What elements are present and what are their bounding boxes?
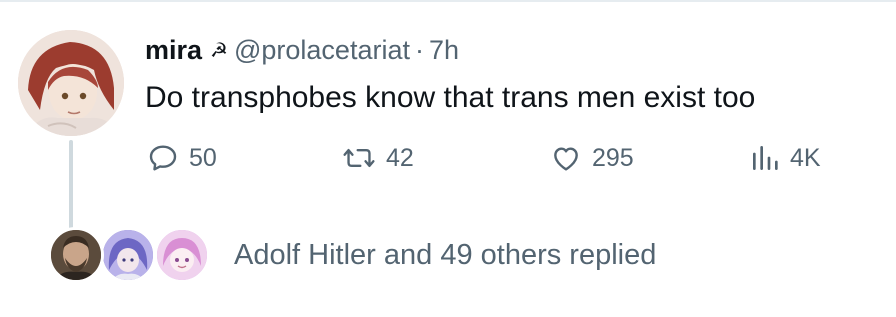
action-bar: 50 42 295 4K — [145, 140, 845, 176]
like-count: 295 — [592, 143, 634, 172]
replied-summary[interactable]: Adolf Hitler and 49 others replied — [48, 226, 656, 284]
thread-line — [69, 140, 73, 232]
dot-separator: · — [414, 34, 424, 65]
repost-count: 42 — [386, 143, 414, 172]
reply-icon — [149, 145, 177, 171]
divider — [0, 0, 896, 2]
reply-button[interactable]: 50 — [147, 140, 217, 176]
author-display-name[interactable]: mira — [145, 35, 202, 66]
like-button[interactable]: 295 — [550, 140, 634, 176]
replier-avatar[interactable] — [100, 227, 156, 283]
replier-avatars — [48, 226, 216, 284]
views-button[interactable]: 4K — [750, 140, 821, 176]
like-icon — [554, 147, 578, 171]
views-count: 4K — [790, 143, 821, 172]
tweet[interactable]: mira ☭ @prolacetariat · 7h Do transphobe… — [0, 0, 896, 317]
replier-avatar[interactable] — [48, 227, 104, 283]
author-avatar[interactable] — [18, 30, 124, 136]
repost-button[interactable]: 42 — [342, 140, 414, 176]
tweet-timestamp[interactable]: 7h — [429, 35, 459, 66]
replier-avatar-image — [157, 230, 207, 280]
author-handle[interactable]: @prolacetariat — [234, 35, 410, 66]
reply-count: 50 — [189, 143, 217, 172]
replier-avatar-image — [51, 230, 101, 280]
tweet-text: Do transphobes know that trans men exist… — [145, 81, 756, 114]
replier-avatar[interactable] — [154, 227, 210, 283]
replier-avatar-image — [103, 230, 153, 280]
tweet-header: mira ☭ @prolacetariat · 7h — [145, 32, 459, 68]
repost-icon — [343, 148, 375, 168]
avatar-illustration — [18, 30, 124, 136]
hammer-sickle-emoji: ☭ — [210, 39, 228, 62]
replied-summary-text[interactable]: Adolf Hitler and 49 others replied — [234, 239, 656, 272]
views-icon — [753, 146, 778, 170]
